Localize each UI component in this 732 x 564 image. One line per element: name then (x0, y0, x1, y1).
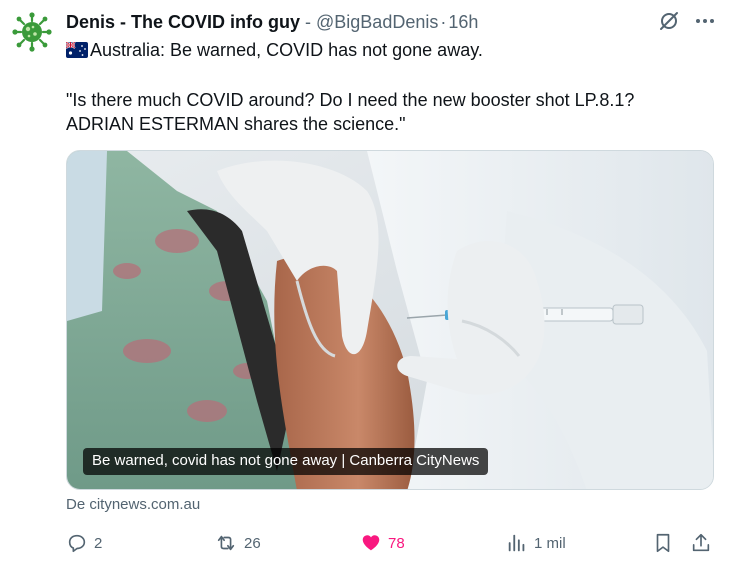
media-caption: Be warned, covid has not gone away | Can… (83, 448, 489, 475)
separator-dot: · (440, 11, 447, 32)
heart-filled-icon (362, 535, 380, 551)
header-actions (658, 10, 716, 32)
repost-button[interactable]: 26 (214, 528, 261, 558)
reply-button[interactable]: 2 (66, 528, 102, 558)
post-text-line-1-content: Australia: Be warned, COVID has not gone… (90, 40, 483, 60)
post-text-line-3: ADRIAN ESTERMAN shares the science." (66, 114, 406, 134)
action-bar: 2 26 78 1 mil (66, 528, 716, 558)
views-button[interactable]: 1 mil (506, 528, 566, 558)
like-count: 78 (388, 534, 405, 552)
link-source[interactable]: De citynews.com.au (66, 496, 200, 513)
more-options-icon[interactable] (694, 10, 716, 32)
views-count: 1 mil (534, 534, 566, 552)
repost-count: 26 (244, 534, 261, 552)
vaccination-photo (67, 151, 713, 489)
media-card[interactable]: Be warned, covid has not gone away | Can… (66, 150, 714, 490)
post-time[interactable]: 16h (448, 12, 478, 33)
avatar[interactable] (12, 12, 52, 52)
reply-icon (68, 534, 86, 553)
grok-icon[interactable] (658, 10, 680, 32)
post-text-line-1: Australia: Be warned, COVID has not gone… (65, 38, 706, 64)
author-name[interactable]: Denis - The COVID info guy (66, 12, 300, 33)
share-icon (692, 533, 710, 552)
virus-icon (12, 12, 52, 52)
share-button[interactable] (690, 528, 712, 558)
bookmark-icon (656, 533, 670, 553)
post-text-line-2: "Is there much COVID around? Do I need t… (66, 90, 635, 110)
author-handle[interactable]: @BigBadDenis (316, 12, 438, 33)
reply-count: 2 (94, 534, 103, 552)
repost-icon (217, 535, 235, 551)
like-button[interactable]: 78 (360, 528, 405, 558)
post-text: Australia: Be warned, COVID has not gone… (65, 38, 706, 136)
analytics-icon (508, 534, 525, 552)
separator-dash: - (305, 11, 312, 32)
australia-flag-icon (65, 40, 88, 64)
post-header: Denis - The COVID info guy - @BigBadDeni… (66, 10, 716, 34)
bookmark-button[interactable] (652, 528, 674, 558)
